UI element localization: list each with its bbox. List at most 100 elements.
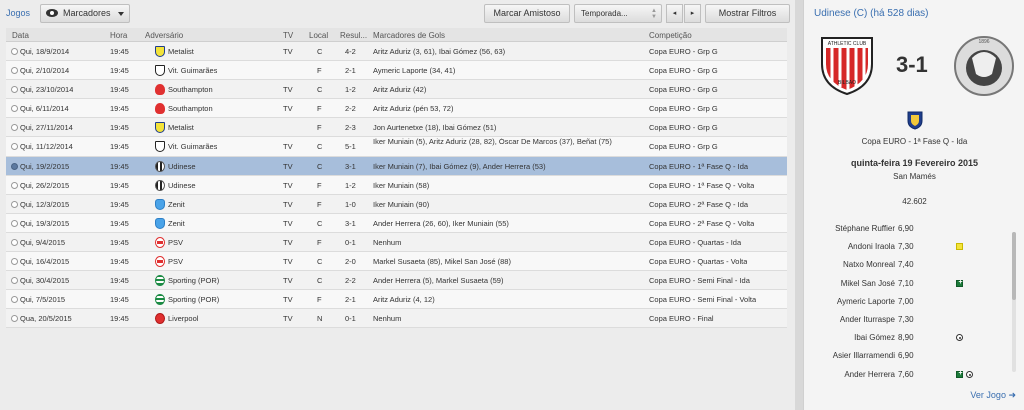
lineup-row[interactable]: Natxo Monreal 7,40 <box>804 258 1009 275</box>
table-row[interactable]: Qui, 19/3/2015 19:45 Zenit TV C 3-1 Ander Herr… <box>6 214 787 233</box>
table-row[interactable]: Qui, 27/11/2014 19:45 Metalist F 2-3 Jon Aurt… <box>6 118 787 137</box>
player-name[interactable]: Asier Illarramendi <box>833 351 895 360</box>
table-row[interactable]: Qui, 11/12/2014 19:45 Vit. Guimarães TV C 5-1… <box>6 137 787 157</box>
header-date[interactable]: Data <box>12 31 29 40</box>
see-game-link[interactable]: Ver Jogo ➜ <box>970 390 1016 401</box>
row-radio-icon[interactable] <box>11 105 18 112</box>
cell-opponent[interactable]: Sporting (POR) <box>168 295 219 304</box>
cell-opponent[interactable]: Zenit <box>168 219 185 228</box>
next-button[interactable]: ▸ <box>684 4 701 23</box>
table-row[interactable]: Qui, 7/5/2015 19:45 Sporting (POR) TV F 2-1 Ar… <box>6 290 787 309</box>
cell-tv: TV <box>283 238 293 247</box>
match-competition: Copa EURO - 1ª Fase Q - Ida <box>861 137 968 146</box>
cell-venue: C <box>317 85 323 94</box>
row-radio-icon[interactable] <box>11 163 18 170</box>
lineup-row[interactable]: Ander Iturraspe 7,30 <box>804 313 1009 330</box>
cell-opponent[interactable]: PSV <box>168 257 183 266</box>
row-radio-icon[interactable] <box>11 182 18 189</box>
row-radio-icon[interactable] <box>11 86 18 93</box>
table-row[interactable]: Qui, 12/3/2015 19:45 Zenit TV F 1-0 Iker Munia… <box>6 195 787 214</box>
cell-date: Qui, 12/3/2015 <box>20 200 70 209</box>
player-name[interactable]: Ibai Gómez <box>854 333 895 342</box>
header-time[interactable]: Hora <box>110 31 127 40</box>
cell-opponent[interactable]: Vit. Guimarães <box>168 142 217 151</box>
cell-opponent[interactable]: Sporting (POR) <box>168 276 219 285</box>
opponent-crest-icon <box>155 313 165 324</box>
opponent-crest-icon <box>155 256 165 267</box>
lineup-row[interactable]: Aymeric Laporte 7,00 <box>804 295 1009 312</box>
cell-opponent[interactable]: PSV <box>168 238 183 247</box>
lineup-row[interactable]: Ander Herrera 7,60 <box>804 368 1009 378</box>
match-detail-title[interactable]: Udinese (C) (há 528 dias) <box>814 8 929 19</box>
row-radio-icon[interactable] <box>11 296 18 303</box>
lineup-row[interactable]: Mikel San José 7,10 <box>804 277 1009 294</box>
table-row[interactable]: Qua, 20/5/2015 19:45 Liverpool TV N 0-1 Nenhum… <box>6 309 787 328</box>
cell-opponent[interactable]: Udinese <box>168 181 196 190</box>
row-radio-icon[interactable] <box>11 67 18 74</box>
show-filters-button[interactable]: Mostrar Filtros <box>705 4 790 23</box>
row-radio-icon[interactable] <box>11 143 18 150</box>
table-body: Qui, 18/9/2014 19:45 Metalist TV C 4-2 Aritz A… <box>6 42 787 328</box>
header-result[interactable]: Resul... <box>340 31 367 40</box>
table-row[interactable]: Qui, 16/4/2015 19:45 PSV TV C 2-0 Markel Susae… <box>6 252 787 271</box>
lineup-row[interactable]: Stéphane Ruffier 6,90 <box>804 222 1009 239</box>
table-row[interactable]: Qui, 2/10/2014 19:45 Vit. Guimarães F 2-1 Aym… <box>6 61 787 80</box>
cell-opponent[interactable]: Metalist <box>168 123 194 132</box>
jogos-link[interactable]: Jogos <box>6 8 30 18</box>
row-radio-icon[interactable] <box>11 201 18 208</box>
row-radio-icon[interactable] <box>11 239 18 246</box>
friendly-button[interactable]: Marcar Amistoso <box>484 4 570 23</box>
player-rating: 6,90 <box>898 224 914 233</box>
player-name[interactable]: Natxo Monreal <box>843 260 895 269</box>
opponent-crest-icon <box>155 84 165 95</box>
cell-opponent[interactable]: Vit. Guimarães <box>168 66 217 75</box>
header-venue[interactable]: Local <box>309 31 328 40</box>
cell-opponent[interactable]: Southampton <box>168 85 213 94</box>
table-row[interactable]: Qui, 19/2/2015 19:45 Udinese TV C 3-1 Iker Mun… <box>6 157 787 176</box>
table-row[interactable]: Qui, 6/11/2014 19:45 Southampton TV F 2-2 Arit… <box>6 99 787 118</box>
lineup-row[interactable]: Asier Illarramendi 6,90 <box>804 349 1009 366</box>
cell-opponent[interactable]: Southampton <box>168 104 213 113</box>
table-row[interactable]: Qui, 30/4/2015 19:45 Sporting (POR) TV C 2-2 A… <box>6 271 787 290</box>
opponent-crest-icon <box>155 237 165 248</box>
header-tv[interactable]: TV <box>283 31 293 40</box>
row-radio-icon[interactable] <box>11 124 18 131</box>
player-name[interactable]: Ander Iturraspe <box>840 315 895 324</box>
season-select[interactable]: Temporada... ▲ ▼ <box>574 4 662 23</box>
cell-scorers: Iker Muniain (58) <box>373 181 430 190</box>
cell-venue: F <box>317 238 322 247</box>
cell-time: 19:45 <box>110 47 129 56</box>
opponent-crest-icon <box>155 275 165 286</box>
player-name[interactable]: Mikel San José <box>841 279 895 288</box>
row-radio-icon[interactable] <box>11 258 18 265</box>
view-dropdown[interactable]: Marcadores <box>40 4 130 23</box>
player-name[interactable]: Stéphane Ruffier <box>835 224 895 233</box>
header-competition[interactable]: Competição <box>649 31 692 40</box>
table-row[interactable]: Qui, 18/9/2014 19:45 Metalist TV C 4-2 Aritz A… <box>6 42 787 61</box>
table-row[interactable]: Qui, 26/2/2015 19:45 Udinese TV F 1-2 Iker Mun… <box>6 176 787 195</box>
header-opponent[interactable]: Adversário <box>145 31 183 40</box>
row-radio-icon[interactable] <box>11 315 18 322</box>
table-row[interactable]: Qui, 23/10/2014 19:45 Southampton TV C 1-2 Ari… <box>6 80 787 99</box>
player-name[interactable]: Aymeric Laporte <box>837 297 895 306</box>
player-name[interactable]: Ander Herrera <box>844 370 895 378</box>
cell-opponent[interactable]: Udinese <box>168 162 196 171</box>
player-name[interactable]: Andoni Iraola <box>848 242 895 251</box>
lineup-row[interactable]: Ibai Gómez 8,90 <box>804 331 1009 348</box>
cell-opponent[interactable]: Metalist <box>168 47 194 56</box>
cell-result: 1-2 <box>345 85 356 94</box>
row-radio-icon[interactable] <box>11 277 18 284</box>
lineup-scrollbar[interactable] <box>1012 232 1016 372</box>
lineup-row[interactable]: Andoni Iraola 7,30 <box>804 240 1009 257</box>
prev-button[interactable]: ◂ <box>666 4 683 23</box>
scrollbar-thumb[interactable] <box>1012 232 1016 300</box>
opponent-crest-icon <box>155 294 165 305</box>
header-scorers[interactable]: Marcadores de Gols <box>373 31 445 40</box>
table-row[interactable]: Qui, 9/4/2015 19:45 PSV TV F 0-1 Nenhum Copa EU… <box>6 233 787 252</box>
cell-date: Qui, 30/4/2015 <box>20 276 70 285</box>
cell-opponent[interactable]: Zenit <box>168 200 185 209</box>
cell-opponent[interactable]: Liverpool <box>168 314 198 323</box>
row-radio-icon[interactable] <box>11 220 18 227</box>
cell-result: 1-0 <box>345 200 356 209</box>
row-radio-icon[interactable] <box>11 48 18 55</box>
